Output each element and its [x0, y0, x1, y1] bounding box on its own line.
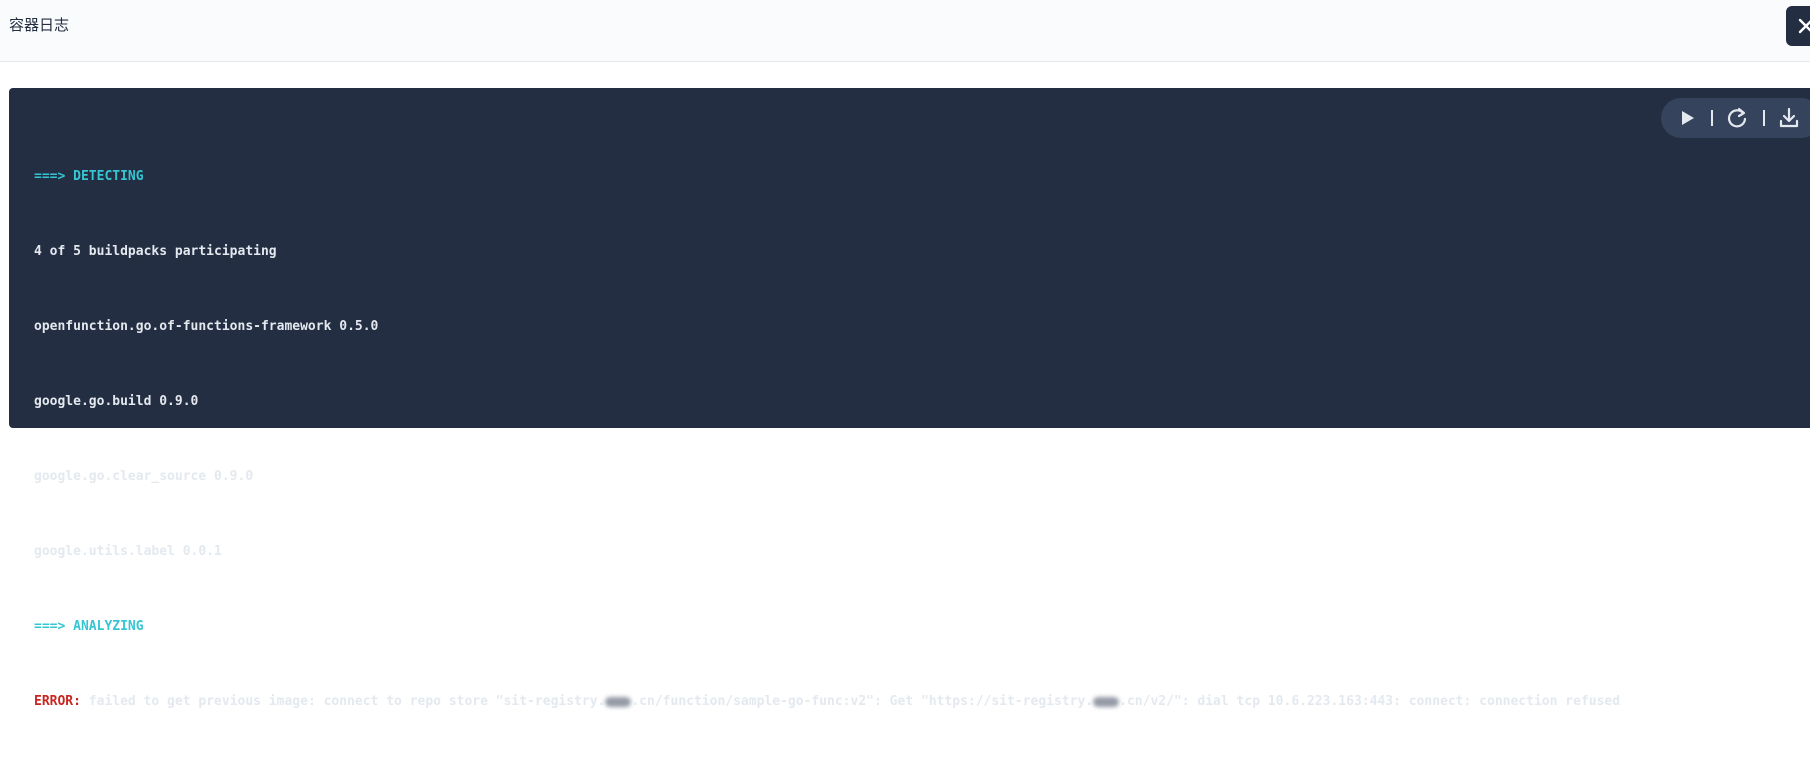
download-button[interactable] [1777, 106, 1801, 130]
toolbar-divider [1763, 110, 1765, 126]
log-terminal: ===> DETECTING 4 of 5 buildpacks partici… [9, 88, 1810, 709]
log-line: 4 of 5 buildpacks participating [34, 244, 277, 259]
download-icon [1779, 107, 1799, 128]
close-button[interactable] [1786, 6, 1810, 46]
dialog-header: 容器日志 [0, 0, 1810, 62]
error-label: ERROR: [34, 694, 81, 709]
refresh-icon [1727, 107, 1747, 128]
log-line: ===> ANALYZING [34, 614, 1620, 639]
log-toolbar [1661, 98, 1810, 138]
error-text-2: .cn/function/sample-go-func:v2": Get "ht… [631, 694, 1094, 709]
log-error-line: ERROR: failed to get previous image: con… [34, 689, 1620, 714]
close-icon [1798, 18, 1810, 34]
log-stage: DETECTING [73, 169, 144, 184]
dialog-title: 容器日志 [9, 16, 70, 34]
log-prefix: ===> [34, 619, 74, 634]
log-output: ===> DETECTING 4 of 5 buildpacks partici… [34, 114, 1620, 764]
log-line: google.go.build 0.9.0 [34, 394, 199, 409]
log-stage: ANALYZING [73, 619, 144, 634]
redacted-blur [605, 696, 632, 707]
log-line: google.go.clear_source 0.9.0 [34, 469, 254, 484]
log-prefix: ===> [34, 169, 74, 184]
toolbar-divider [1711, 110, 1713, 126]
log-line: ===> DETECTING [34, 164, 1620, 189]
play-icon [1682, 111, 1694, 125]
error-text-3: .cn/v2/": dial tcp 10.6.223.163:443: con… [1119, 694, 1621, 709]
log-line: openfunction.go.of-functions-framework 0… [34, 319, 379, 334]
log-line: google.utils.label 0.0.1 [34, 544, 222, 559]
refresh-button[interactable] [1725, 106, 1749, 130]
redacted-blur [1093, 696, 1120, 707]
error-text-1: failed to get previous image: connect to… [80, 694, 606, 709]
play-button[interactable] [1675, 106, 1699, 130]
